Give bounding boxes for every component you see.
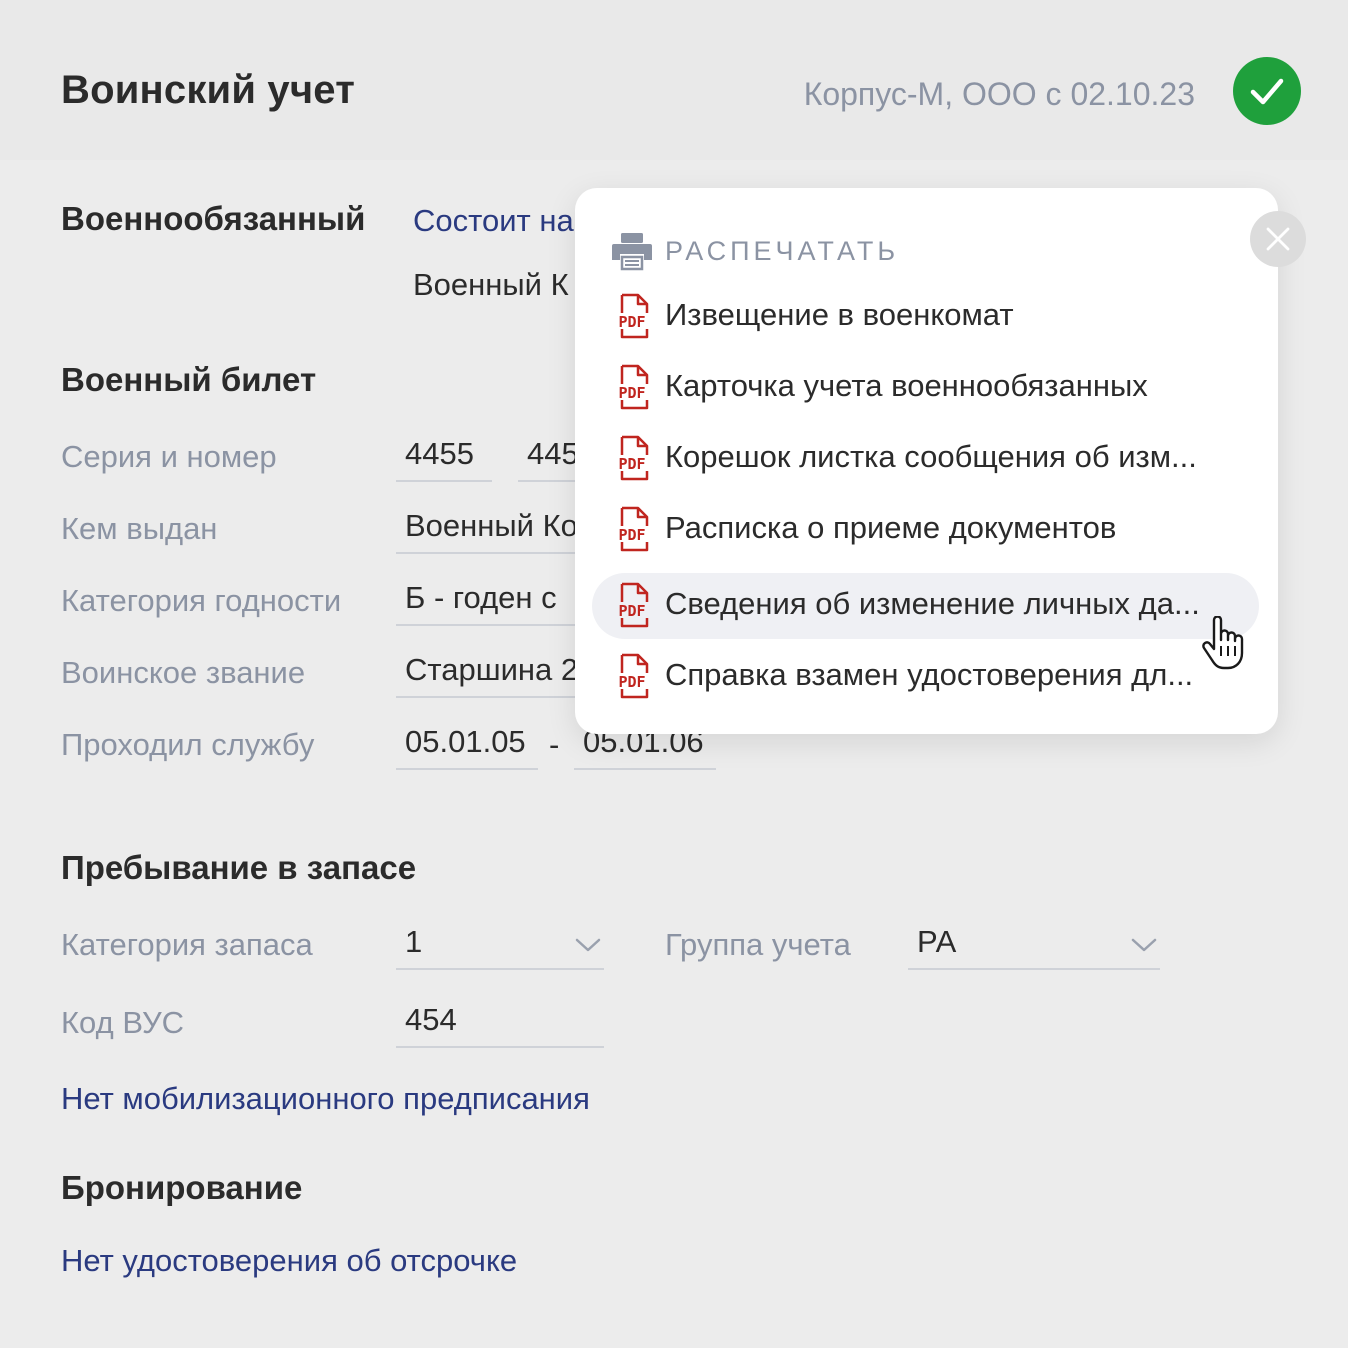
svg-text:PDF: PDF [618, 602, 645, 620]
hand-cursor-icon [1202, 616, 1244, 670]
reserve-heading: Пребывание в запасе [61, 849, 417, 886]
print-item-notice[interactable]: PDF Извещение в военкомат [592, 284, 1259, 350]
mobilization-link[interactable]: Нет мобилизационного предписания [61, 1081, 590, 1117]
print-item-label: Справка взамен удостоверения дл... [665, 657, 1194, 692]
rank-label: Воинское звание [61, 655, 306, 690]
series-number-label: Серия и номер [61, 439, 277, 474]
page-header: Воинский учет Корпус-М, ООО с 02.10.23 [0, 0, 1348, 160]
pdf-icon: PDF [618, 435, 649, 481]
print-item-card[interactable]: PDF Карточка учета военнообязанных [592, 355, 1259, 421]
print-item-personal-data-change[interactable]: PDF Сведения об изменение личных да... [592, 573, 1259, 639]
svg-text:PDF: PDF [618, 526, 645, 544]
chevron-down-icon [575, 938, 601, 952]
svg-text:PDF: PDF [618, 673, 645, 691]
date-separator: - [549, 727, 560, 762]
pdf-icon: PDF [618, 364, 649, 410]
print-item-certificate[interactable]: PDF Справка взамен удостоверения дл... [592, 644, 1259, 710]
fitness-category-label: Категория годности [61, 583, 342, 618]
print-item-stub[interactable]: PDF Корешок листка сообщения об изм... [592, 426, 1259, 492]
print-item-label: Расписка о приеме документов [665, 510, 1117, 545]
fitness-category-input[interactable]: Б - годен с [396, 576, 596, 626]
conscript-status-link[interactable]: Состоит на [413, 203, 574, 239]
pdf-icon: PDF [618, 653, 649, 699]
chevron-down-icon [1131, 938, 1157, 952]
print-item-label: Корешок листка сообщения об изм... [665, 439, 1197, 474]
pdf-icon: PDF [618, 582, 649, 628]
reserve-category-select[interactable]: 1 [396, 920, 604, 970]
accounting-group-value: РА [917, 924, 957, 959]
service-period-label: Проходил службу [61, 727, 315, 762]
check-icon [1250, 78, 1284, 105]
series-input[interactable]: 4455 [396, 432, 492, 482]
svg-text:PDF: PDF [618, 455, 645, 473]
print-menu: РАСПЕЧАТАТЬ PDF Извещение в военкомат PD… [575, 188, 1278, 734]
pdf-icon: PDF [618, 293, 649, 339]
print-item-label: Извещение в военкомат [665, 297, 1014, 332]
pdf-icon: PDF [618, 506, 649, 552]
page-title: Воинский учет [61, 68, 356, 112]
print-item-label: Карточка учета военнообязанных [665, 368, 1148, 403]
rank-input[interactable]: Старшина 2 [396, 648, 596, 698]
booking-heading: Бронирование [61, 1169, 303, 1206]
military-office: Военный К [413, 267, 569, 302]
printer-icon [612, 233, 652, 271]
reserve-category-value: 1 [405, 924, 423, 959]
vus-code-input[interactable]: 454 [396, 998, 604, 1048]
conscript-heading: Военнообязанный [61, 200, 366, 237]
deferral-link[interactable]: Нет удостоверения об отсрочке [61, 1243, 517, 1279]
print-item-receipt[interactable]: PDF Расписка о приеме документов [592, 497, 1259, 563]
issued-by-label: Кем выдан [61, 511, 218, 546]
issued-by-input[interactable]: Военный Ко [396, 504, 596, 554]
svg-text:PDF: PDF [618, 313, 645, 331]
status-badge [1233, 57, 1301, 125]
service-from-input[interactable]: 05.01.05 [396, 720, 538, 770]
print-item-label: Сведения об изменение личных да... [665, 586, 1200, 621]
company-label[interactable]: Корпус-М, ООО с 02.10.23 [804, 76, 1195, 113]
svg-text:PDF: PDF [618, 384, 645, 402]
close-icon [1266, 227, 1290, 251]
accounting-group-select[interactable]: РА [908, 920, 1160, 970]
accounting-group-label: Группа учета [665, 927, 851, 962]
print-menu-heading: РАСПЕЧАТАТЬ [665, 236, 900, 266]
reserve-category-label: Категория запаса [61, 927, 313, 962]
vus-code-label: Код ВУС [61, 1005, 185, 1040]
close-button[interactable] [1250, 211, 1306, 267]
military-id-heading: Военный билет [61, 361, 317, 398]
